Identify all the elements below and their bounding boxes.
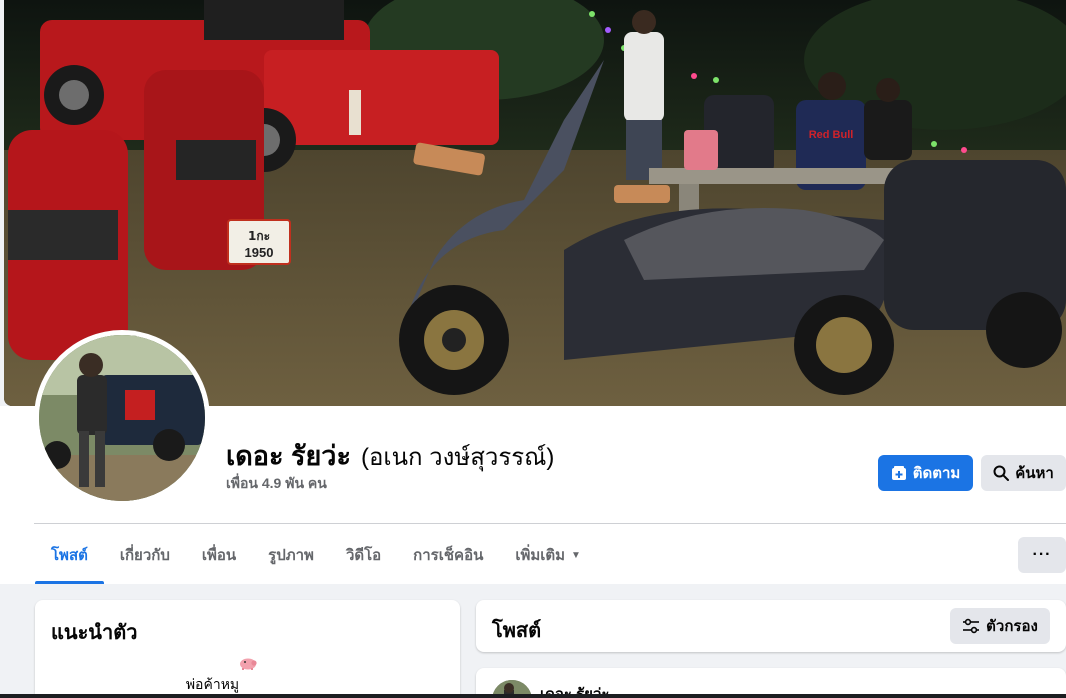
license-plate-line2: 1950 bbox=[245, 245, 274, 260]
profile-name-row: เดอะ รัยว่ะ (อเนก วงษ์สุวรรณ์) bbox=[226, 434, 554, 477]
filter-label: ตัวกรอง bbox=[986, 618, 1038, 635]
tab-friends[interactable]: เพื่อน bbox=[186, 526, 252, 584]
profile-alternate-name: (อเนก วงษ์สุวรรณ์) bbox=[360, 444, 555, 471]
tab-label: รูปภาพ bbox=[268, 547, 314, 564]
caret-down-icon: ▼ bbox=[571, 549, 581, 561]
follow-button[interactable]: ติดตาม bbox=[878, 455, 973, 491]
tab-videos[interactable]: วิดีโอ bbox=[330, 526, 397, 584]
tab-label: วิดีโอ bbox=[345, 547, 382, 564]
profile-picture[interactable] bbox=[34, 330, 210, 506]
tab-about[interactable]: เกี่ยวกับ bbox=[104, 526, 186, 584]
friends-count[interactable]: เพื่อน 4.9 พัน คน bbox=[226, 473, 327, 495]
header-divider bbox=[34, 523, 1066, 524]
tab-label: โพสต์ bbox=[51, 547, 88, 564]
profile-name: เดอะ รัยว่ะ bbox=[226, 441, 351, 471]
tab-posts[interactable]: โพสต์ bbox=[35, 526, 104, 584]
ellipsis-icon: ··· bbox=[1032, 546, 1052, 563]
tab-more[interactable]: เพิ่มเติม ▼ bbox=[499, 526, 597, 584]
avatar-photo bbox=[39, 335, 205, 501]
shirt-logo-text: Red Bull bbox=[809, 129, 854, 141]
intro-bio: พ่อค้าหมู bbox=[185, 676, 240, 692]
filter-icon bbox=[962, 618, 980, 634]
tab-photos[interactable]: รูปภาพ bbox=[252, 526, 330, 584]
taskbar-edge bbox=[0, 694, 1066, 698]
license-plate-line1: 1กะ bbox=[248, 229, 270, 243]
search-label: ค้นหา bbox=[1015, 465, 1054, 482]
profile-tabs: โพสต์ เกี่ยวกับ เพื่อน รูปภาพ วิดีโอ การ… bbox=[35, 526, 597, 584]
avatar bbox=[39, 335, 205, 501]
follow-icon bbox=[891, 465, 907, 481]
tab-label: การเช็คอิน bbox=[413, 547, 484, 564]
tab-checkins[interactable]: การเช็คอิน bbox=[397, 526, 499, 584]
pig-icon: 🐖 bbox=[35, 656, 460, 673]
tab-label: เพื่อน bbox=[201, 547, 237, 564]
filter-button[interactable]: ตัวกรอง bbox=[950, 608, 1050, 644]
profile-search-button[interactable]: ค้นหา bbox=[981, 455, 1066, 491]
tab-label: เกี่ยวกับ bbox=[119, 547, 170, 564]
intro-title: แนะนำตัว bbox=[51, 622, 138, 644]
more-options-button[interactable]: ··· bbox=[1018, 537, 1066, 573]
tab-label: เพิ่มเติม bbox=[515, 547, 566, 564]
posts-title: โพสต์ bbox=[492, 620, 542, 642]
posts-header-card: โพสต์ ตัวกรอง bbox=[476, 600, 1066, 652]
search-icon bbox=[993, 465, 1010, 481]
pig-emoji-glyph bbox=[239, 658, 257, 670]
follow-label: ติดตาม bbox=[912, 465, 961, 482]
